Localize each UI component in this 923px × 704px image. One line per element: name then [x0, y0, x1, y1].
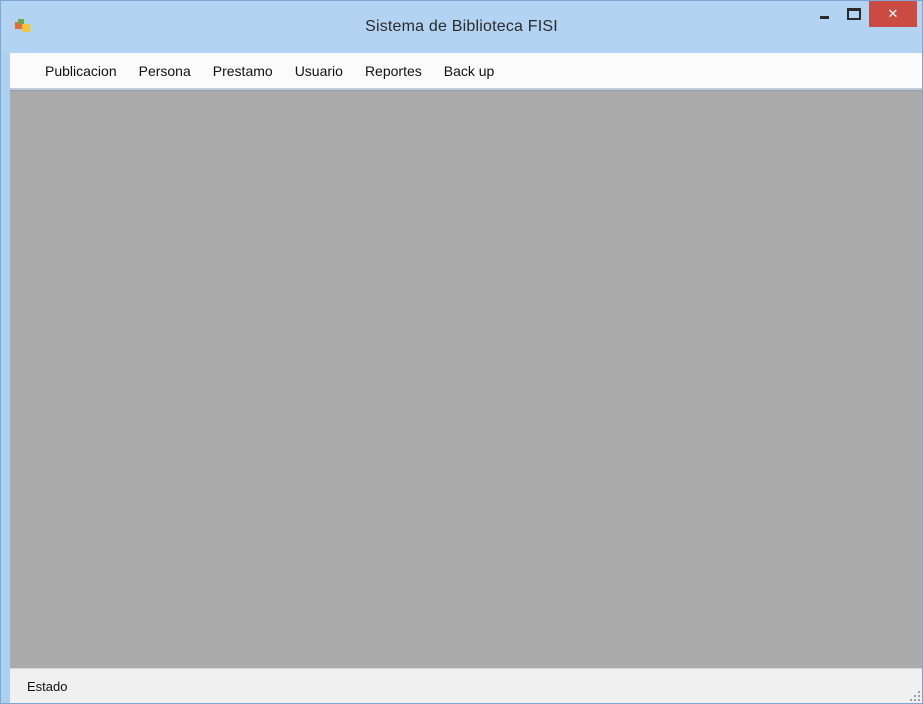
close-icon: ✕ — [887, 6, 899, 22]
title-bar[interactable]: Sistema de Biblioteca FISI ✕ — [1, 1, 922, 53]
mdi-client-area[interactable] — [10, 90, 922, 668]
menu-bar: Publicacion Persona Prestamo Usuario Rep… — [10, 53, 922, 89]
maximize-icon — [847, 8, 861, 20]
maximize-button[interactable] — [839, 1, 869, 27]
minimize-button[interactable] — [809, 1, 839, 27]
menu-item-prestamo[interactable]: Prestamo — [213, 63, 273, 79]
menu-item-reportes[interactable]: Reportes — [365, 63, 422, 79]
window-title: Sistema de Biblioteca FISI — [365, 18, 558, 35]
menu-item-backup[interactable]: Back up — [444, 63, 495, 79]
close-button[interactable]: ✕ — [869, 1, 917, 27]
minimize-icon — [819, 15, 829, 19]
menu-item-persona[interactable]: Persona — [139, 63, 191, 79]
main-window: Sistema de Biblioteca FISI ✕ Publicacion… — [0, 0, 923, 704]
status-label: Estado — [27, 679, 68, 694]
menu-item-publicacion[interactable]: Publicacion — [45, 63, 117, 79]
resize-grip-icon[interactable] — [908, 689, 920, 701]
status-bar: Estado — [10, 668, 922, 703]
menu-item-usuario[interactable]: Usuario — [295, 63, 343, 79]
